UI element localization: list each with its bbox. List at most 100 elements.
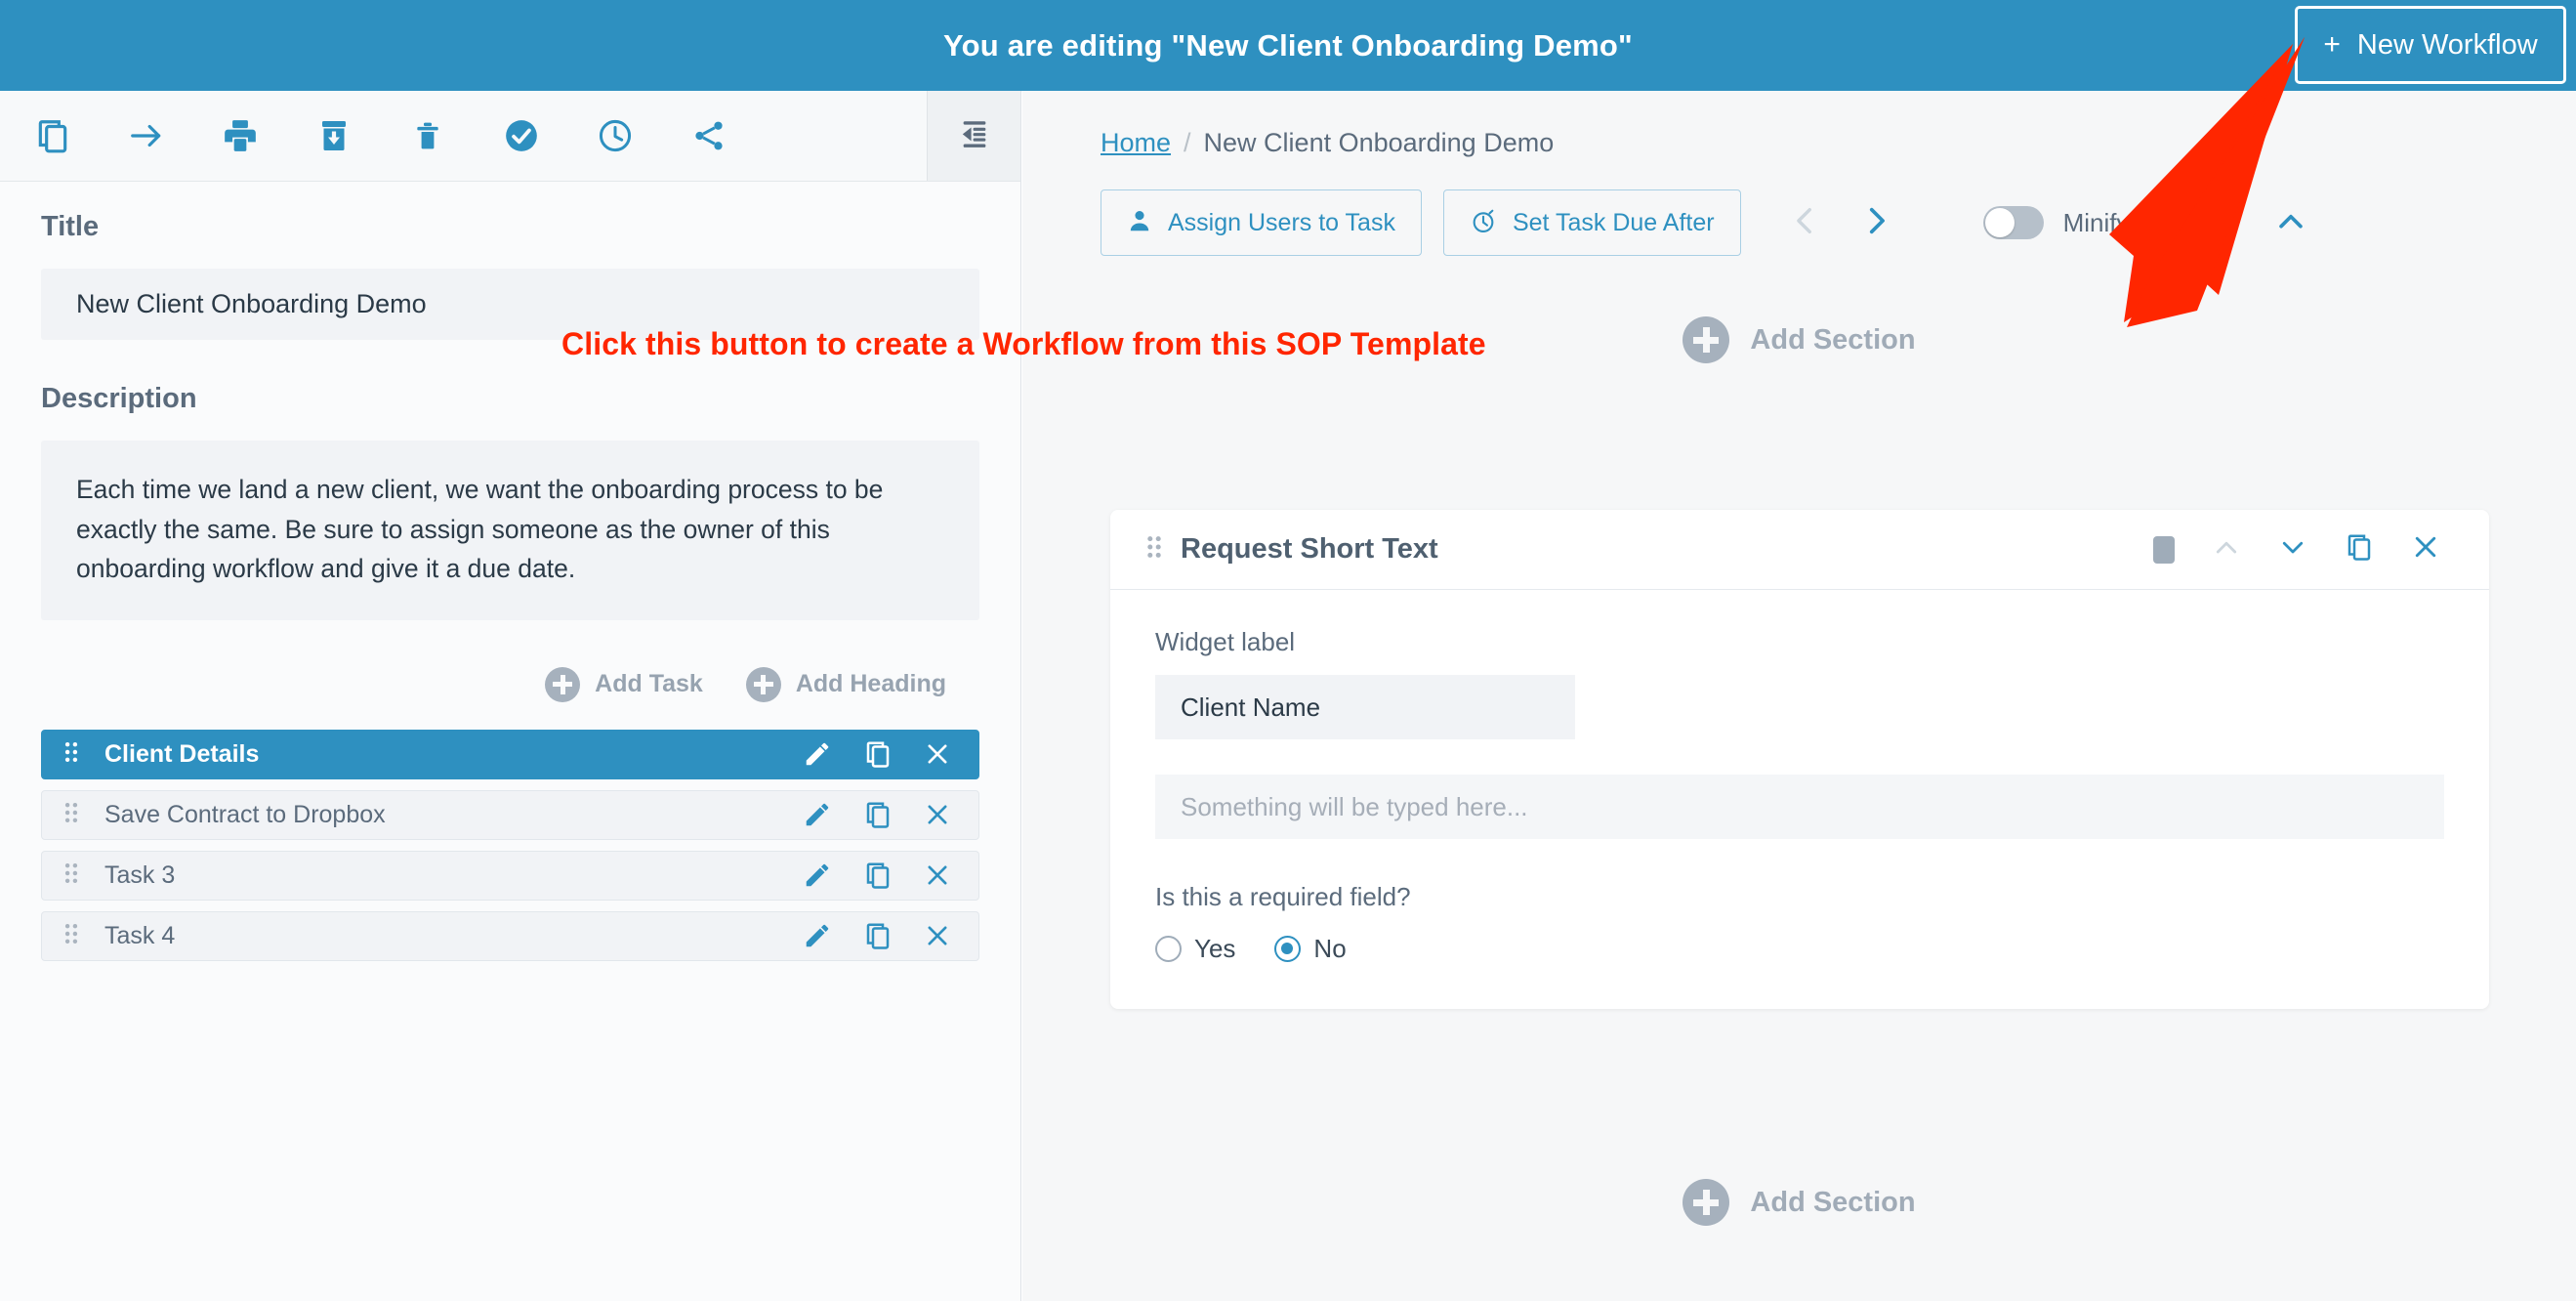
archive-download-button[interactable] (307, 108, 361, 163)
title-input-value: New Client Onboarding Demo (76, 289, 427, 318)
delete-task-button[interactable] (924, 740, 951, 768)
section-nav (1780, 197, 1901, 248)
add-heading-button[interactable]: Add Heading (745, 666, 946, 702)
edit-task-button[interactable] (803, 739, 832, 769)
task-row[interactable]: Task 3 (41, 850, 979, 901)
share-icon (690, 117, 727, 154)
widget-card: Request Short Text Widget label Client N… (1110, 510, 2489, 1009)
next-section-button[interactable] (1850, 197, 1901, 248)
edit-task-button[interactable] (803, 800, 832, 829)
archive-download-icon (316, 117, 352, 154)
duplicate-task-button[interactable] (863, 739, 893, 769)
move-widget-down-button[interactable] (2278, 532, 2307, 567)
left-toolbar (0, 91, 1020, 182)
share-button[interactable] (682, 108, 736, 163)
user-icon (1127, 208, 1152, 238)
drag-handle-icon[interactable] (63, 921, 93, 951)
description-input-value: Each time we land a new client, we want … (76, 475, 884, 584)
add-buttons-row: Add Task Add Heading (0, 620, 1020, 702)
toggle-knob (1984, 208, 2015, 237)
history-button[interactable] (588, 108, 643, 163)
duplicate-task-button[interactable] (863, 860, 893, 890)
task-row[interactable]: Save Contract to Dropbox (41, 789, 979, 840)
assign-users-to-task-button[interactable]: Assign Users to Task (1101, 189, 1422, 256)
required-yes-option[interactable]: Yes (1155, 934, 1235, 964)
plus-circle-icon (545, 666, 581, 702)
widget-card-header: Request Short Text (1110, 510, 2489, 590)
delete-task-button[interactable] (924, 801, 951, 828)
widget-title: Request Short Text (1181, 533, 1438, 565)
drag-handle-icon[interactable] (63, 860, 93, 891)
chevron-left-icon (1789, 201, 1822, 245)
remove-widget-button[interactable] (2411, 532, 2440, 567)
set-task-due-after-button[interactable]: Set Task Due After (1442, 189, 1741, 256)
new-workflow-button[interactable]: + New Workflow (2295, 6, 2566, 84)
drag-handle-icon[interactable] (1145, 533, 1163, 566)
widget-size-button[interactable] (2153, 535, 2175, 564)
delete-button[interactable] (400, 108, 455, 163)
duplicate-task-button[interactable] (863, 921, 893, 950)
minify-sections-toggle[interactable] (1982, 206, 2044, 239)
task-row[interactable]: Task 4 (41, 910, 979, 961)
collapse-all-button[interactable] (2274, 204, 2307, 242)
task-action-bar: Assign Users to Task Set Task Due After (1022, 158, 2576, 256)
toolbar-icon-group (0, 108, 736, 163)
widget-label-input[interactable]: Client Name (1155, 675, 1575, 739)
add-section-top-label: Add Section (1750, 323, 1916, 356)
new-workflow-label: New Workflow (2356, 28, 2538, 61)
title-field-label: Title (41, 211, 100, 242)
widget-label-caption: Widget label (1155, 627, 1296, 656)
minify-sections-label: Minify Sections (2062, 207, 2234, 237)
widget-header-actions (2153, 531, 2440, 567)
delete-task-button[interactable] (924, 922, 951, 949)
collapse-sidebar-button[interactable] (927, 91, 1020, 181)
task-name: Save Contract to Dropbox (104, 800, 386, 828)
square-icon (2153, 535, 2175, 564)
task-row[interactable]: Client Details (41, 729, 979, 779)
complete-button[interactable] (494, 108, 549, 163)
task-name: Client Details (104, 739, 260, 768)
task-row-actions (803, 860, 951, 890)
top-bar: You are editing "New Client Onboarding D… (0, 0, 2576, 91)
widget-label-value: Client Name (1181, 692, 1321, 722)
widget-preview-input[interactable]: Something will be typed here... (1155, 775, 2444, 839)
add-section-bottom-button[interactable]: Add Section (1022, 1179, 2576, 1226)
print-icon (222, 117, 259, 154)
chevron-up-icon (2274, 204, 2307, 242)
plus-circle-icon (745, 666, 781, 702)
print-button[interactable] (213, 108, 268, 163)
task-list: Client Details Save Contract to Dropbox … (41, 729, 979, 961)
move-forward-button[interactable] (119, 108, 174, 163)
breadcrumb: Home / New Client Onboarding Demo (1022, 91, 2576, 158)
radio-checked-icon (1274, 936, 1302, 962)
task-name: Task 3 (104, 860, 176, 889)
plus-icon: + (2323, 28, 2341, 61)
required-yes-label: Yes (1194, 934, 1236, 963)
chevron-up-icon (2212, 532, 2241, 567)
chevron-right-icon (1859, 201, 1892, 245)
drag-handle-icon[interactable] (63, 800, 93, 830)
assign-users-label: Assign Users to Task (1168, 208, 1395, 236)
add-task-label: Add Task (595, 670, 703, 698)
duplicate-task-button[interactable] (863, 800, 893, 829)
edit-task-button[interactable] (803, 921, 832, 950)
required-no-option[interactable]: No (1274, 934, 1347, 964)
clock-icon (597, 117, 634, 154)
breadcrumb-home-link[interactable]: Home (1101, 128, 1171, 158)
prev-section-button[interactable] (1780, 197, 1831, 248)
plus-circle-icon (1683, 316, 1730, 363)
copy-icon (34, 116, 71, 155)
task-row-actions (803, 739, 951, 769)
required-field-radio-group: Yes No (1155, 934, 2444, 964)
copy-button[interactable] (25, 108, 80, 163)
copy-icon (2345, 531, 2374, 567)
add-task-button[interactable]: Add Task (545, 666, 703, 702)
edit-task-button[interactable] (803, 860, 832, 890)
duplicate-widget-button[interactable] (2345, 531, 2374, 567)
description-input[interactable]: Each time we land a new client, we want … (41, 441, 979, 620)
required-no-label: No (1313, 934, 1347, 963)
drag-handle-icon[interactable] (63, 739, 93, 770)
chevron-down-icon (2278, 532, 2307, 567)
delete-task-button[interactable] (924, 861, 951, 889)
move-widget-up-button[interactable] (2212, 532, 2241, 567)
